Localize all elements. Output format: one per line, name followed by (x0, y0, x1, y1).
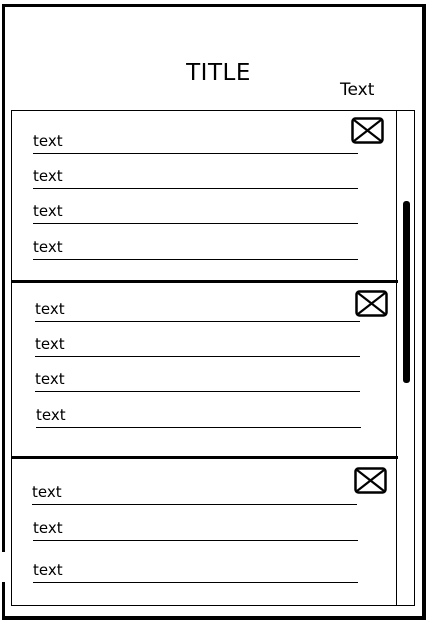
scrollbar-thumb[interactable] (403, 201, 410, 383)
text-field[interactable]: text (35, 335, 360, 357)
header-side-text: Text (340, 80, 375, 100)
card-divider (11, 280, 398, 283)
frame-gap (0, 552, 6, 582)
card-divider (11, 456, 398, 459)
text-field[interactable]: text (35, 300, 360, 322)
text-field[interactable]: text (33, 561, 358, 583)
text-field[interactable]: text (33, 202, 358, 224)
text-field[interactable]: text (36, 406, 361, 428)
text-field[interactable]: text (33, 238, 358, 260)
scrollbar-track[interactable] (396, 111, 397, 606)
text-field[interactable]: text (35, 370, 360, 392)
close-box-icon[interactable] (354, 467, 387, 494)
text-field[interactable]: text (32, 483, 357, 505)
text-field[interactable]: text (33, 519, 358, 541)
text-field[interactable]: text (33, 132, 358, 154)
text-field[interactable]: text (33, 167, 358, 189)
